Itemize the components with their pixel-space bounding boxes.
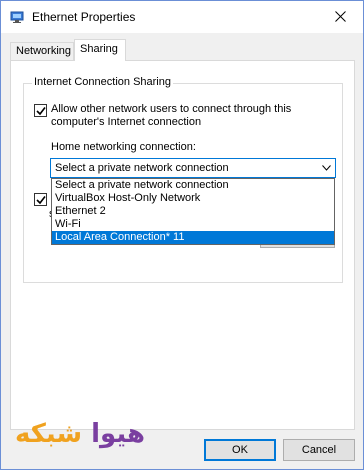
checkmark-icon [36,196,46,205]
title-bar[interactable]: Ethernet Properties [1,1,363,33]
allow-control-checkbox[interactable] [34,193,47,206]
watermark-word-2: شبکه [15,419,83,449]
tab-sharing[interactable]: Sharing [74,39,126,61]
window-title: Ethernet Properties [32,10,136,24]
home-networking-combobox[interactable]: Select a private network connection [50,158,336,178]
group-title: Internet Connection Sharing [32,76,173,88]
cancel-button[interactable]: Cancel [283,439,355,461]
ethernet-properties-dialog: Ethernet Properties Networking Sharing I… [0,0,364,470]
home-networking-label: Home networking connection: [51,141,196,153]
combobox-value: Select a private network connection [55,162,229,174]
allow-sharing-checkbox[interactable] [34,104,47,117]
watermark-word-1: هیوا [91,419,145,449]
dropdown-option[interactable]: Ethernet 2 [52,205,334,218]
allow-sharing-label[interactable]: Allow other network users to connect thr… [51,103,321,129]
ok-button[interactable]: OK [204,439,276,461]
dropdown-option[interactable]: Select a private network connection [52,179,334,192]
checkmark-icon [36,107,46,116]
tab-networking[interactable]: Networking [10,42,74,61]
network-adapter-icon [10,11,24,23]
close-button[interactable] [317,1,363,32]
dropdown-option-highlighted[interactable]: Local Area Connection* 11 [52,231,334,244]
chevron-down-icon [322,165,331,171]
watermark-logo: هیوا شبکه [15,419,145,449]
dropdown-option[interactable]: Wi-Fi [52,218,334,231]
dropdown-option[interactable]: VirtualBox Host-Only Network [52,192,334,205]
home-networking-dropdown-list[interactable]: Select a private network connection Virt… [51,178,335,245]
close-icon [334,11,346,22]
sharing-tab-panel: Internet Connection Sharing Allow other … [10,60,355,430]
